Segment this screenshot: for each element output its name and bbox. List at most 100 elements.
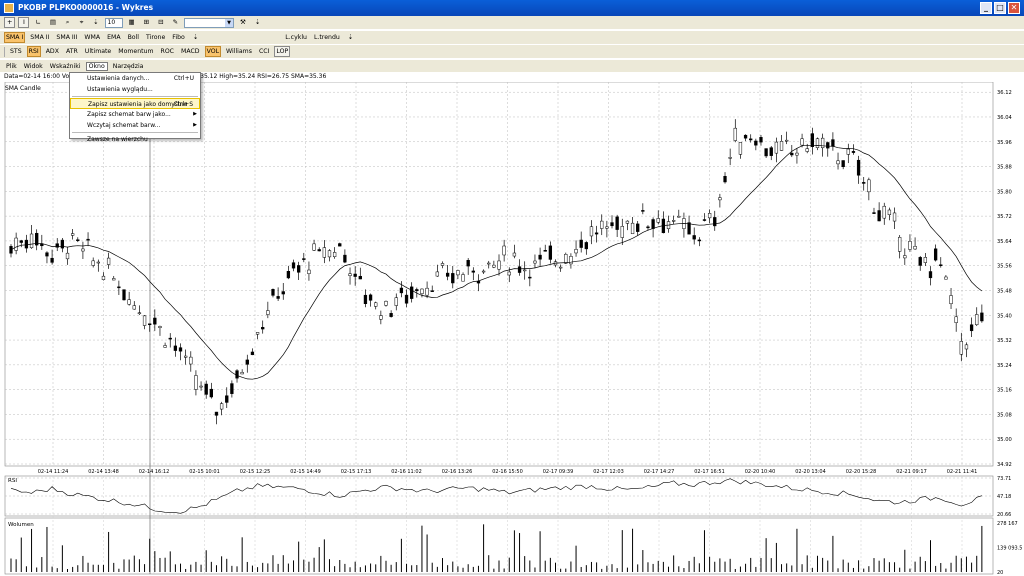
menu-item-zapisz-domyslne[interactable]: Zapisz ustawienia jako domyślne Ctrl+S: [70, 98, 200, 109]
x-tick-label: 02-14 16:12: [139, 469, 170, 475]
candle-body: [497, 260, 501, 270]
candle-body: [795, 152, 799, 156]
candle-body: [163, 345, 167, 348]
indicator-lcyklu[interactable]: L.cyklu: [283, 32, 309, 43]
candle-body: [276, 296, 280, 299]
toolbar-main: + I ∟ ▤ ⌕ ⌖ ⇣ 10 ▦ ⊞ ⊟ ✎ ▼ ⚒ ⇣: [0, 16, 1024, 29]
candle-body: [831, 139, 835, 147]
candle-body: [959, 341, 963, 355]
menu-widok[interactable]: Widok: [22, 63, 45, 70]
x-tick-label: 02-14 13:48: [88, 469, 119, 475]
candle-body: [713, 217, 717, 227]
menu-item-wczytaj-schemat[interactable]: Wczytaj schemat barw... ▶: [70, 120, 200, 131]
y-tick-label: 35.08: [997, 412, 1012, 418]
zoom-icon[interactable]: ⌕: [62, 17, 73, 28]
zoom-out-icon[interactable]: ⊟: [155, 17, 166, 28]
candle-body: [630, 222, 635, 235]
maximize-button[interactable]: □: [994, 2, 1006, 14]
pencil-icon[interactable]: ✎: [170, 17, 181, 28]
candle-body: [240, 372, 244, 375]
indicator-macd[interactable]: MACD: [179, 46, 202, 57]
candle-body: [435, 271, 440, 277]
expand-cycles-icon[interactable]: ⇣: [345, 32, 356, 43]
candle-body: [908, 241, 912, 250]
candle-body: [610, 222, 614, 227]
y-tick-label: 35.48: [997, 288, 1012, 294]
tools-icon[interactable]: ⚒: [237, 17, 249, 28]
interval-number-input[interactable]: 10: [104, 17, 123, 28]
candle-body: [625, 220, 630, 224]
menu-wskazniki[interactable]: Wskaźniki: [48, 63, 83, 70]
indicator-adx[interactable]: ADX: [44, 46, 61, 57]
candle-body: [672, 220, 676, 222]
crosshair-tool-icon[interactable]: +: [4, 17, 16, 28]
candle-body: [106, 257, 111, 265]
volume-tick-label: 20: [997, 570, 1003, 576]
indicator-fibo[interactable]: Fibo: [170, 32, 187, 43]
candle-body: [841, 160, 845, 168]
candle-body: [14, 237, 18, 251]
indicator-lop[interactable]: LOP: [274, 46, 291, 57]
candle-body: [738, 142, 743, 155]
candle-body: [81, 248, 85, 252]
price-chart[interactable]: 36.12 36.04 35.96 35.88 35.80 35.72 35.64 35.56…: [3, 82, 1023, 576]
indicator-ultimate[interactable]: Ultimate: [83, 46, 113, 57]
line-tool-icon[interactable]: ∟: [32, 17, 43, 28]
indicator-atr[interactable]: ATR: [64, 46, 80, 57]
target-icon[interactable]: ⌖: [76, 17, 87, 28]
indicator-roc[interactable]: ROC: [159, 46, 177, 57]
indicator-sma1[interactable]: SMA I: [4, 32, 26, 43]
rsi-tick-label: 47.18: [997, 494, 1011, 500]
menu-item-zapisz-schemat[interactable]: Zapisz schemat barw jako... ▶: [70, 109, 200, 120]
candle-body: [980, 312, 984, 322]
expand-overlays-icon[interactable]: ⇣: [190, 32, 201, 43]
grid-icon[interactable]: ▦: [126, 17, 138, 28]
candle-body: [50, 257, 54, 263]
menu-plik[interactable]: Plik: [4, 63, 19, 70]
candle-body: [476, 280, 481, 284]
indicator-momentum[interactable]: Momentum: [116, 46, 155, 57]
x-tick-label: 02-17 12:03: [593, 469, 624, 475]
candle-body: [204, 383, 208, 395]
zoom-in-icon[interactable]: ⊞: [141, 17, 152, 28]
indicator-williams[interactable]: Williams: [224, 46, 254, 57]
candle-body: [851, 151, 856, 153]
indicator-sma2[interactable]: SMA II: [28, 32, 51, 43]
toolbar-grip: [4, 46, 5, 57]
text-cursor-tool-icon[interactable]: I: [18, 17, 30, 28]
toolbar-oscillators: STS RSI ADX ATR Ultimate Momentum ROC MA…: [0, 45, 1024, 58]
menu-narzedzia[interactable]: Narzędzia: [111, 63, 146, 70]
indicator-boll[interactable]: Boll: [126, 32, 141, 43]
expand-toolbar-icon-2[interactable]: ⇣: [252, 17, 263, 28]
indicator-tirone[interactable]: Tirone: [144, 32, 167, 43]
x-tick-label: 02-15 14:49: [290, 469, 321, 475]
candle-body: [697, 239, 701, 242]
x-tick-label: 02-17 14:27: [644, 469, 675, 475]
candle-body: [343, 254, 347, 263]
candle-body: [173, 345, 178, 351]
chart-type-icon[interactable]: ▤: [47, 17, 59, 28]
indicator-cci[interactable]: CCI: [257, 46, 271, 57]
menu-okno[interactable]: Okno: [85, 61, 108, 71]
menu-item-ustawienia-wygladu[interactable]: Ustawienia wyglądu...: [70, 84, 200, 95]
expand-toolbar-icon[interactable]: ⇣: [90, 17, 101, 28]
indicator-wma[interactable]: WMA: [82, 32, 102, 43]
candle-body: [302, 258, 306, 260]
indicator-ltrendu[interactable]: L.trendu: [312, 32, 342, 43]
candle-body: [646, 226, 650, 229]
indicator-ema[interactable]: EMA: [105, 32, 122, 43]
candle-body: [307, 269, 311, 274]
minimize-button[interactable]: _: [980, 2, 992, 14]
indicator-vol[interactable]: VOL: [204, 46, 222, 57]
indicator-sma3[interactable]: SMA III: [54, 32, 79, 43]
indicator-sts[interactable]: STS: [8, 46, 24, 57]
x-tick-label: 02-20 10:40: [745, 469, 776, 475]
candle-body: [374, 302, 378, 307]
indicator-rsi[interactable]: RSI: [26, 46, 41, 57]
instrument-dropdown[interactable]: ▼: [184, 17, 235, 28]
candle-body: [584, 242, 588, 250]
volume-tick-label: 278 167: [997, 521, 1018, 527]
close-button[interactable]: ✕: [1008, 2, 1020, 14]
menu-item-zawsze-na-wierzchu[interactable]: Zawsze na wierzchu: [70, 134, 200, 145]
menu-item-ustawienia-danych[interactable]: Ustawienia danych... Ctrl+U: [70, 73, 200, 84]
